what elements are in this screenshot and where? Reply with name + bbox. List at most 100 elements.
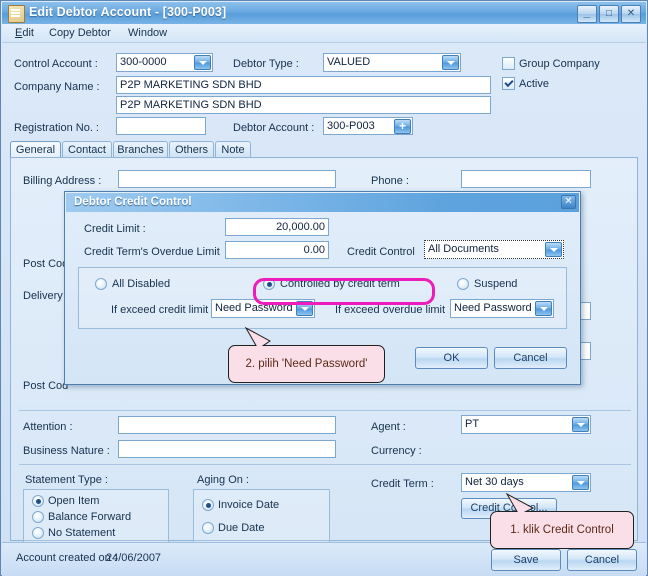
- close-button[interactable]: ✕: [621, 5, 641, 23]
- tab-others[interactable]: Others: [169, 141, 214, 158]
- callout-step-2-text: 2. pilih 'Need Password': [245, 358, 368, 370]
- company-name-field-2[interactable]: P2P MARKETING SDN BHD: [116, 96, 491, 114]
- post-code-label-1: Post Cod: [23, 258, 69, 270]
- minimize-icon: _: [583, 4, 591, 19]
- agent-combo[interactable]: PT: [461, 415, 591, 434]
- dialog-cancel-button[interactable]: Cancel: [494, 347, 567, 369]
- radio-balance-forward[interactable]: [32, 511, 44, 523]
- control-account-label: Control Account :: [14, 58, 98, 70]
- registration-no-field[interactable]: [116, 117, 206, 135]
- agent-label: Agent :: [371, 421, 406, 433]
- radio-all-disabled[interactable]: [95, 278, 107, 290]
- debtor-type-combo[interactable]: VALUED: [323, 53, 461, 72]
- minimize-button[interactable]: _: [577, 5, 597, 23]
- radio-due-date-label: Due Date: [218, 522, 265, 534]
- active-checkbox[interactable]: [502, 77, 515, 90]
- company-name-field[interactable]: P2P MARKETING SDN BHD: [116, 76, 491, 94]
- attention-field[interactable]: [118, 416, 336, 434]
- menu-item-copy-debtor[interactable]: Copy Debtor: [49, 27, 111, 39]
- active-label: Active: [519, 78, 549, 90]
- chevron-down-icon[interactable]: [572, 475, 589, 490]
- debtor-type-value: VALUED: [327, 56, 371, 68]
- maximize-button[interactable]: □: [599, 5, 619, 23]
- tab-branches[interactable]: Branches: [113, 141, 168, 158]
- tab-strip: General Contact Branches Others Note: [10, 141, 638, 159]
- callout-step-1-tail: [505, 492, 536, 516]
- debtor-type-label: Debtor Type :: [233, 58, 299, 70]
- exceed-credit-limit-label: If exceed credit limit: [111, 304, 209, 316]
- exceed-credit-limit-combo[interactable]: Need Password: [211, 299, 315, 318]
- business-nature-field[interactable]: [118, 440, 336, 458]
- exceed-overdue-limit-label: If exceed overdue limit: [335, 304, 446, 316]
- menu-item-window[interactable]: Window: [128, 27, 167, 39]
- save-button[interactable]: Save: [491, 549, 561, 571]
- menu-bar: Edit Copy Debtor Window: [2, 24, 646, 43]
- credit-control-combo[interactable]: All Documents: [424, 240, 564, 259]
- phone-field[interactable]: [461, 170, 591, 188]
- credit-term-combo[interactable]: Net 30 days: [461, 473, 591, 492]
- attention-label: Attention :: [23, 421, 73, 433]
- radio-suspend[interactable]: [457, 278, 469, 290]
- window-title: Edit Debtor Account - [300-P003]: [29, 5, 227, 19]
- callout-step-2-tail: [244, 326, 273, 350]
- currency-label: Currency :: [371, 445, 422, 457]
- radio-invoice-date-label: Invoice Date: [218, 499, 280, 511]
- dialog-title-bar: Debtor Credit Control ✕: [66, 193, 579, 212]
- credit-term-value: Net 30 days: [465, 476, 524, 488]
- chevron-down-icon[interactable]: [545, 242, 562, 257]
- statement-type-group: Open Item Balance Forward No Statement: [23, 489, 169, 544]
- radio-due-date[interactable]: [202, 522, 214, 534]
- exceed-overdue-limit-combo[interactable]: Need Password: [450, 299, 554, 318]
- chevron-down-icon[interactable]: [194, 55, 211, 70]
- radio-open-item[interactable]: [32, 495, 44, 507]
- radio-suspend-label: Suspend: [474, 278, 518, 290]
- dialog-close-button[interactable]: ✕: [561, 195, 576, 209]
- tab-contact[interactable]: Contact: [62, 141, 112, 158]
- chevron-down-icon[interactable]: [296, 301, 313, 316]
- chevron-down-icon[interactable]: [535, 301, 552, 316]
- credit-control-combo-label: Credit Control: [347, 246, 415, 258]
- callout-step-1: 1. klik Credit Control: [490, 511, 634, 549]
- control-account-value: 300-0000: [120, 56, 167, 68]
- credit-limit-label: Credit Limit :: [84, 223, 146, 235]
- control-account-combo[interactable]: 300-0000: [116, 53, 213, 72]
- overdue-limit-field[interactable]: 0.00: [225, 241, 329, 259]
- exceed-credit-limit-value: Need Password: [215, 302, 293, 314]
- close-icon: ✕: [626, 8, 636, 19]
- window-controls: _ □ ✕: [577, 5, 641, 23]
- aging-on-label: Aging On :: [197, 474, 249, 486]
- debtor-account-label: Debtor Account :: [233, 122, 315, 134]
- divider-2: [19, 464, 631, 465]
- menu-item-edit-rest: dit: [22, 27, 34, 39]
- radio-controlled-by-credit-term-label: Controlled by credit term: [280, 278, 400, 290]
- credit-mode-group: All Disabled Controlled by credit term S…: [78, 267, 567, 329]
- business-nature-label: Business Nature :: [23, 445, 110, 457]
- aging-on-group: Invoice Date Due Date: [193, 489, 330, 544]
- chevron-down-icon[interactable]: [572, 417, 589, 432]
- post-code-label-2: Post Cod: [23, 380, 69, 392]
- agent-value: PT: [465, 418, 480, 430]
- group-company-checkbox[interactable]: [502, 57, 515, 70]
- edit-debtor-account-window: Edit Debtor Account - [300-P003] _ □ ✕ E…: [0, 0, 648, 576]
- cancel-button[interactable]: Cancel: [567, 549, 637, 571]
- menu-item-edit[interactable]: Edit: [15, 27, 34, 39]
- window-title-bar: Edit Debtor Account - [300-P003] _ □ ✕: [2, 2, 646, 25]
- add-debtor-account-button[interactable]: [394, 118, 411, 135]
- radio-no-statement[interactable]: [32, 527, 44, 539]
- callout-step-2: 2. pilih 'Need Password': [228, 345, 385, 383]
- delivery-label: Delivery: [23, 290, 63, 302]
- radio-open-item-label: Open Item: [48, 495, 100, 507]
- radio-all-disabled-label: All Disabled: [112, 278, 171, 290]
- billing-address-field[interactable]: [118, 170, 336, 188]
- dialog-ok-button[interactable]: OK: [415, 347, 488, 369]
- radio-invoice-date[interactable]: [202, 499, 214, 511]
- tab-note[interactable]: Note: [215, 141, 251, 158]
- radio-controlled-by-credit-term[interactable]: [263, 278, 275, 290]
- account-created-value: 24/06/2007: [106, 552, 162, 564]
- radio-no-statement-label: No Statement: [48, 527, 116, 539]
- chevron-down-icon[interactable]: [442, 55, 459, 70]
- credit-limit-field[interactable]: 20,000.00: [225, 218, 329, 236]
- notepad-icon: [8, 5, 25, 23]
- credit-control-value: All Documents: [428, 243, 499, 255]
- maximize-icon: □: [605, 8, 613, 19]
